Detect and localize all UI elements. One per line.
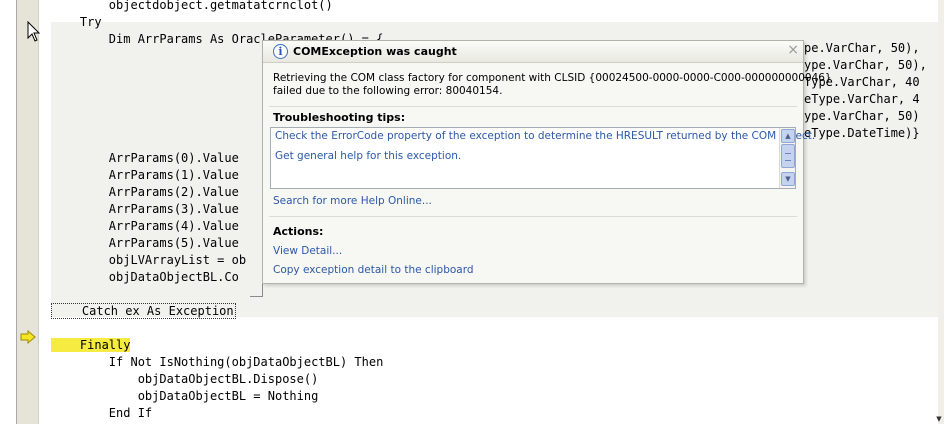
code-fragment-4[interactable]: ype.VarChar, 50) [804, 108, 920, 125]
scroll-down-icon[interactable]: ▼ [781, 172, 795, 186]
exception-message-line-2: failed due to the following error: 80040… [273, 85, 503, 97]
selection-margin[interactable] [0, 0, 17, 424]
troubleshooting-tips-list[interactable]: Check the ErrorCode property of the exce… [270, 127, 815, 189]
code-fragment-0[interactable]: pe.VarChar, 50), [804, 40, 920, 57]
copy-exception-detail-link[interactable]: Copy exception detail to the clipboard [273, 264, 474, 276]
scroll-down-arrow-icon[interactable]: ▼ [934, 414, 944, 424]
finally-highlight: Finally [51, 338, 131, 352]
code-line-nothing[interactable]: objDataObjectBL = Nothing [51, 388, 319, 405]
code-fragment-3[interactable]: eType.VarChar, 4 [804, 91, 920, 108]
search-help-online-link[interactable]: Search for more Help Online... [273, 195, 432, 207]
info-icon: i [273, 44, 288, 59]
exception-message: Retrieving the COM class factory for com… [273, 72, 832, 98]
troubleshooting-heading: Troubleshooting tips: [273, 111, 406, 124]
scroll-up-icon[interactable]: ▲ [781, 129, 795, 143]
divider [269, 216, 797, 217]
dialog-title: COMException was caught [293, 45, 457, 58]
indicator-gutter[interactable] [17, 0, 39, 424]
current-statement-arrow-icon [20, 330, 36, 344]
code-line-param-1[interactable]: ArrParams(1).Value [51, 167, 239, 184]
editor-vertical-scrollbar[interactable] [938, 0, 944, 424]
catch-statement-box: Catch ex As Exception [51, 303, 236, 319]
divider [269, 106, 797, 107]
close-icon[interactable]: × [787, 42, 799, 58]
view-detail-link[interactable]: View Detail... [273, 245, 342, 257]
code-line-0[interactable]: objectdobject.getmatatcrnclot() [51, 0, 333, 14]
tips-scrollbar[interactable]: ▲ ▼ [779, 128, 795, 188]
code-line-param-2[interactable]: ArrParams(2).Value [51, 184, 239, 201]
code-line-param-5[interactable]: ArrParams(5).Value [51, 235, 239, 252]
code-line-if[interactable]: If Not IsNothing(objDataObjectBL) Then [51, 354, 384, 371]
dialog-pointer-line-vertical [262, 283, 263, 297]
code-line-try[interactable]: Try [51, 14, 102, 31]
code-line-catch[interactable]: Catch ex As Exception [51, 303, 236, 320]
code-line-param-0[interactable]: ArrParams(0).Value [51, 150, 239, 167]
actions-heading: Actions: [273, 225, 324, 238]
scrollbar-thumb[interactable] [781, 144, 795, 168]
tip-link-errorcode[interactable]: Check the ErrorCode property of the exce… [275, 130, 815, 142]
dialog-header[interactable]: i COMException was caught × [263, 41, 803, 63]
code-line-endif[interactable]: End If [51, 405, 152, 422]
code-line-finally[interactable]: Finally [51, 337, 131, 354]
mouse-pointer-icon [27, 21, 41, 42]
code-line-param-3[interactable]: ArrParams(3).Value [51, 201, 239, 218]
code-line-param-4[interactable]: ArrParams(4).Value [51, 218, 239, 235]
dialog-pointer-line [250, 296, 262, 297]
code-line-dispose[interactable]: objDataObjectBL.Dispose() [51, 371, 319, 388]
exception-assistant-dialog[interactable]: i COMException was caught × Retrieving t… [262, 40, 832, 284]
code-line-arraylist[interactable]: objLVArrayList = ob [51, 252, 246, 269]
exception-message-line-1: Retrieving the COM class factory for com… [273, 72, 832, 84]
tip-link-general-help[interactable]: Get general help for this exception. [275, 150, 461, 162]
code-line-dataobject[interactable]: objDataObjectBL.Co [51, 269, 239, 286]
code-fragment-5[interactable]: eType.DateTime)} [804, 125, 920, 142]
